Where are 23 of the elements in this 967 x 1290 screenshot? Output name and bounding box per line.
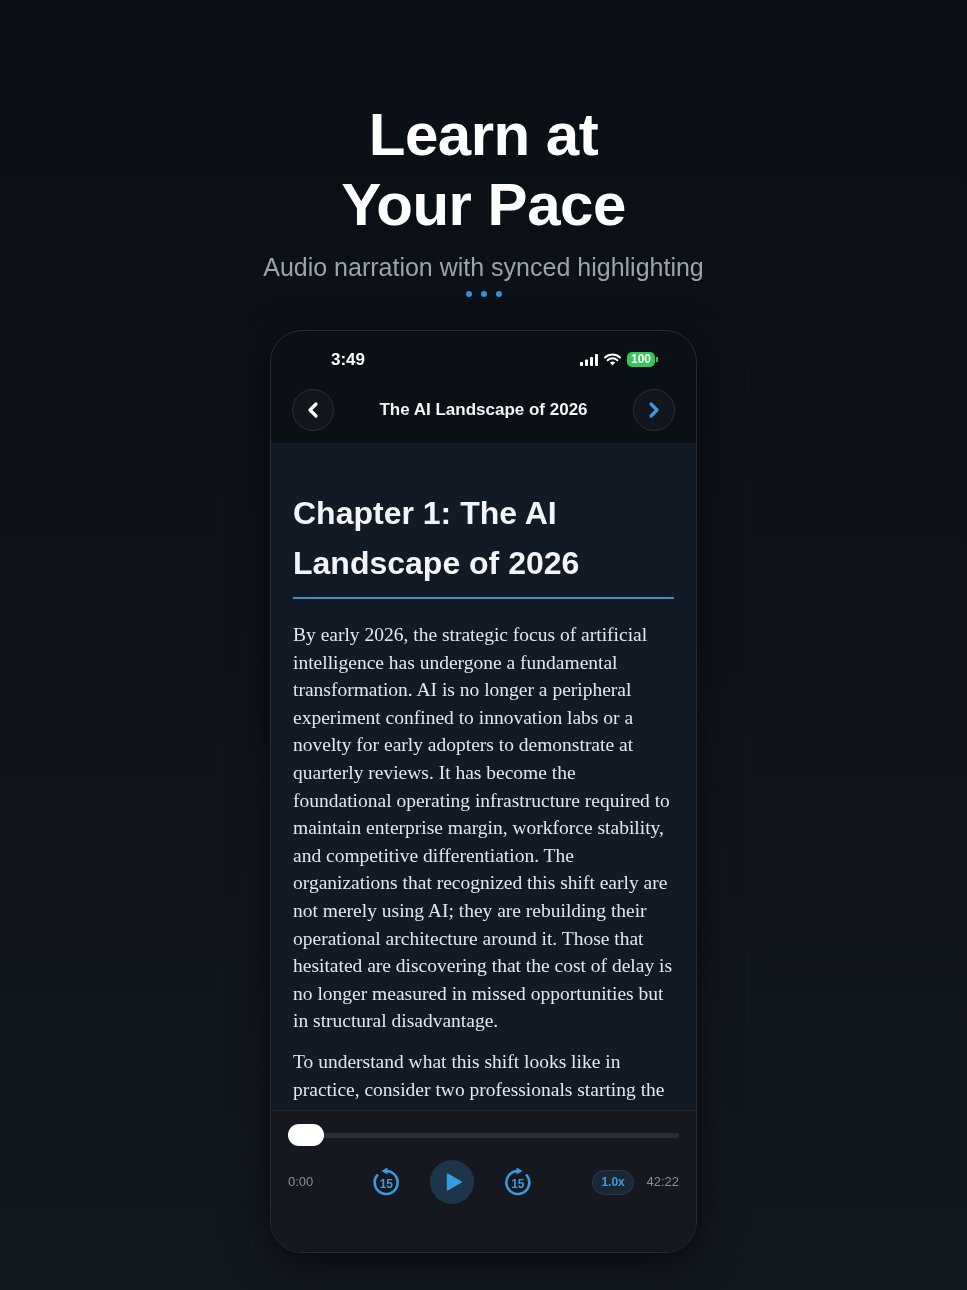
body-paragraph: By early 2026, the strategic focus of artificial intelligence has undergone a fundamental transformation. AI is no longer a peripheral experiment confined to innovation labs or a novelty for early adopters to demonstrate at quarterly reviews. It has become the foundational operating infrastructure required to maintain enterprise margin, workforce stability, and competitive differentiation. The organizations that recognized this shift early are not merely using AI; they are rebuilding their operational architecture around it. Those that hesitated are discovering that the cost of delay is no longer measured in missed opportunities but in structural disadvantage. xyxy=(293,623,674,1034)
hero-subtitle: Audio narration with synced highlighting xyxy=(263,252,704,282)
forward-skip-button[interactable]: 15 xyxy=(502,1167,533,1197)
status-time: 3:49 xyxy=(331,348,366,371)
play-icon xyxy=(445,1173,462,1191)
nav-title: The AI Landscape of 2026 xyxy=(378,399,589,421)
fast-forward-icon xyxy=(502,1167,533,1197)
progress-track[interactable] xyxy=(288,1124,679,1146)
back-button[interactable] xyxy=(292,389,334,431)
chapter-heading: Chapter 1: The AI Landscape of 2026 xyxy=(293,494,581,583)
body-paragraph: To understand what this shift looks like in practice, consider two professionals starting the xyxy=(293,1049,666,1102)
speed-button[interactable]: 1.0x xyxy=(591,1169,635,1195)
progress-thumb[interactable] xyxy=(288,1124,324,1146)
signal-icon xyxy=(579,353,598,366)
duration-time: 42:22 xyxy=(646,1173,679,1192)
battery-indicator: 100 xyxy=(626,352,658,367)
play-button[interactable] xyxy=(430,1160,474,1204)
forward-button[interactable] xyxy=(633,389,675,431)
rewind-icon xyxy=(371,1167,402,1197)
elapsed-time: 0:00 xyxy=(288,1173,315,1192)
rewind-button[interactable]: 15 xyxy=(371,1167,402,1197)
hero-title: Learn at Your Pace xyxy=(340,100,627,240)
wifi-icon xyxy=(603,353,621,366)
